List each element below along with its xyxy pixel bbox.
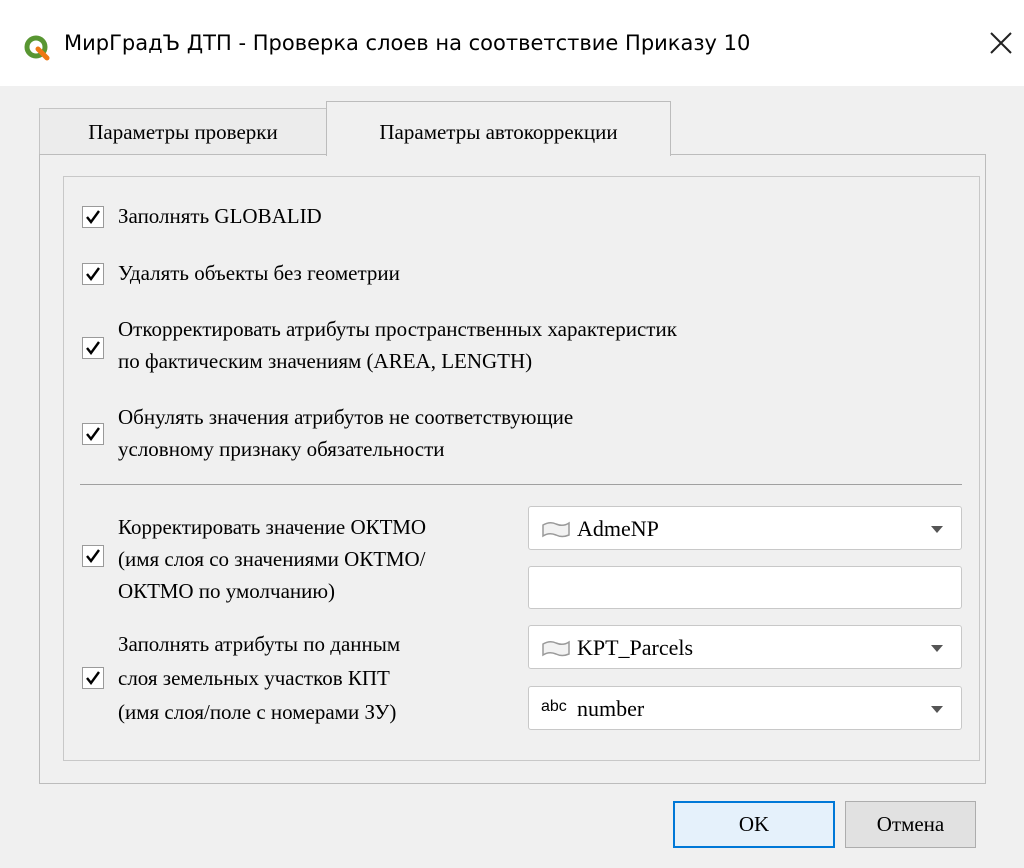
checkmark-icon bbox=[86, 427, 100, 441]
correct-spatial-attrs-label-line1: Откорректировать атрибуты пространственн… bbox=[118, 317, 677, 341]
reset-attrs-checkbox[interactable] bbox=[82, 423, 104, 445]
fill-parcels-label-line2: слоя земельных участков КПТ bbox=[118, 666, 390, 690]
tab-autocorrection-parameters[interactable]: Параметры автокоррекции bbox=[326, 101, 671, 156]
tab-check-parameters[interactable]: Параметры проверки bbox=[39, 108, 327, 155]
qgis-logo-icon bbox=[24, 35, 50, 61]
parcels-field-combo[interactable]: abc number bbox=[528, 686, 962, 730]
parcels-layer-value: KPT_Parcels bbox=[577, 635, 694, 660]
delete-no-geometry-checkbox[interactable] bbox=[82, 263, 104, 285]
cancel-button[interactable]: Отмена bbox=[845, 801, 976, 848]
correct-oktmo-checkbox[interactable] bbox=[82, 545, 104, 567]
text-field-icon: abc bbox=[541, 698, 567, 715]
window-title: МирГрадЪ ДТП - Проверка слоев на соответ… bbox=[64, 31, 751, 55]
chevron-down-icon bbox=[931, 645, 943, 652]
correct-oktmo-label-line1: Корректировать значение ОКТМО bbox=[118, 515, 427, 539]
correct-spatial-attrs-label-line2: по фактическим значениям (AREA, LENGTH) bbox=[118, 349, 533, 373]
checkmark-icon bbox=[86, 671, 100, 685]
fill-parcels-label-line3: (имя слоя/поле с номерами ЗУ) bbox=[118, 700, 397, 724]
separator bbox=[80, 484, 962, 485]
correct-spatial-attrs-checkbox[interactable] bbox=[82, 337, 104, 359]
chevron-down-icon bbox=[931, 706, 943, 713]
parcels-field-value: number bbox=[577, 696, 645, 721]
reset-attrs-label-line1: Обнулять значения атрибутов не соответст… bbox=[118, 405, 574, 429]
chevron-down-icon bbox=[931, 526, 943, 533]
oktmo-default-input[interactable] bbox=[528, 566, 962, 609]
parcels-layer-combo[interactable]: KPT_Parcels bbox=[528, 625, 962, 669]
fill-globalid-checkbox[interactable] bbox=[82, 206, 104, 228]
fill-globalid-label: Заполнять GLOBALID bbox=[118, 204, 322, 228]
oktmo-layer-combo[interactable]: AdmeNP bbox=[528, 506, 962, 550]
fill-parcels-label-line1: Заполнять атрибуты по данным bbox=[118, 632, 401, 656]
checkmark-icon bbox=[86, 549, 100, 563]
title-bar: МирГрадЪ ДТП - Проверка слоев на соответ… bbox=[0, 0, 1024, 86]
close-icon[interactable] bbox=[988, 30, 1014, 56]
fill-parcels-checkbox[interactable] bbox=[82, 667, 104, 689]
polygon-layer-icon bbox=[542, 521, 570, 538]
checkmark-icon bbox=[86, 210, 100, 224]
polygon-layer-icon bbox=[542, 640, 570, 657]
checkmark-icon bbox=[86, 267, 100, 281]
reset-attrs-label-line2: условному признаку обязательности bbox=[118, 437, 445, 461]
delete-no-geometry-label: Удалять объекты без геометрии bbox=[118, 261, 400, 285]
checkmark-icon bbox=[86, 341, 100, 355]
ok-button[interactable]: OK bbox=[673, 801, 835, 848]
correct-oktmo-label-line2: (имя слоя со значениями ОКТМО/ bbox=[118, 547, 426, 571]
oktmo-layer-value: AdmeNP bbox=[577, 516, 659, 541]
correct-oktmo-label-line3: ОКТМО по умолчанию) bbox=[118, 579, 336, 603]
